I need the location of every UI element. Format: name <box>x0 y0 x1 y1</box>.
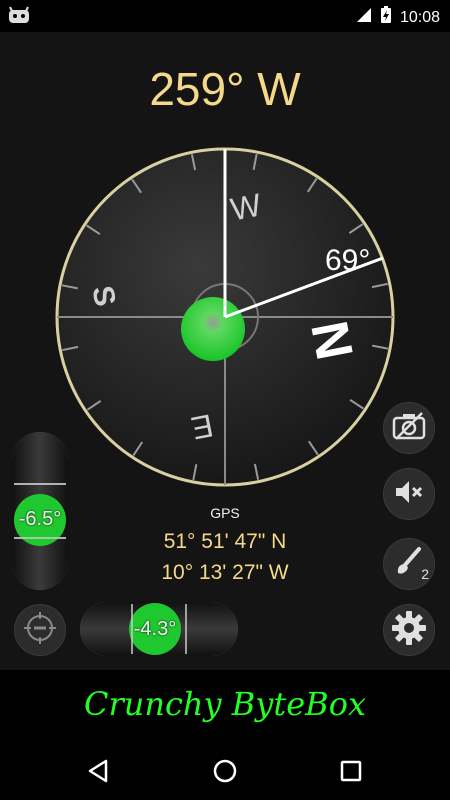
heading-readout: 259° W <box>149 63 301 115</box>
compass-level-bubble <box>181 297 245 361</box>
home-circle-icon[interactable] <box>212 758 238 789</box>
camera-toggle-button[interactable] <box>383 402 435 454</box>
gps-label: GPS <box>210 505 240 521</box>
back-triangle-icon[interactable] <box>86 758 112 789</box>
clock-time: 10:08 <box>399 8 440 26</box>
gps-longitude: 10° 13' 27" W <box>161 561 289 584</box>
horizontal-level-value: -4.3° <box>133 618 177 640</box>
settings-button[interactable] <box>383 604 435 656</box>
ad-banner[interactable]: Crunchy ByteBox <box>0 670 450 742</box>
navigation-bar <box>0 742 450 800</box>
gps-latitude: 51° 51' 47" N <box>163 530 287 553</box>
angle-label: 69° <box>325 244 370 277</box>
battery-charging-icon <box>380 6 392 29</box>
sound-toggle-button[interactable] <box>383 468 435 520</box>
paintbrush-icon <box>393 546 425 583</box>
crosshair-icon <box>23 611 57 650</box>
horizontal-level: -4.3° <box>80 602 238 656</box>
vertical-level: -6.5° <box>12 432 68 590</box>
calibrate-button[interactable] <box>14 604 66 656</box>
vertical-level-value: -6.5° <box>18 508 62 530</box>
brush-badge: 2 <box>421 566 429 582</box>
theme-brush-button[interactable]: 2 <box>383 538 435 590</box>
status-bar: 10:08 <box>0 0 450 32</box>
recents-square-icon[interactable] <box>338 758 364 789</box>
banner-text: Crunchy ByteBox <box>84 685 366 723</box>
android-robot-icon <box>8 6 30 29</box>
speaker-mute-icon <box>394 479 424 510</box>
cell-signal-icon <box>356 7 372 28</box>
gear-icon <box>391 610 427 651</box>
camera-off-icon <box>392 411 426 445</box>
